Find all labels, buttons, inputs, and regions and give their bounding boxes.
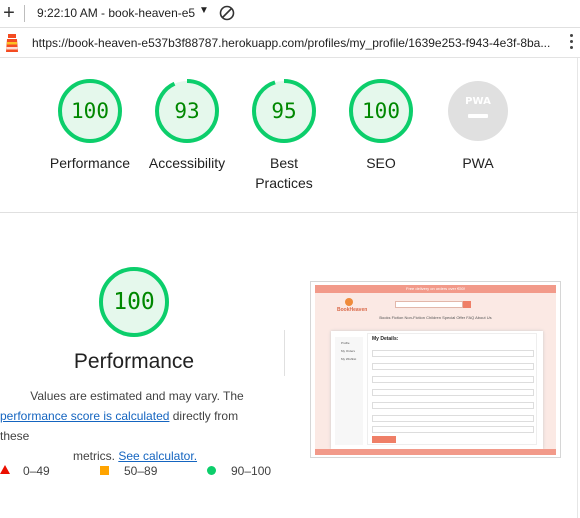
pwa-badge-text: PWA	[465, 96, 491, 107]
block-icon[interactable]	[218, 4, 236, 22]
thumb-form-title: My Details:	[372, 336, 399, 342]
thumb-field	[372, 389, 534, 396]
see-calculator-link[interactable]: See calculator.	[118, 449, 197, 463]
thumb-logo-icon	[345, 298, 353, 306]
thumb-search	[395, 301, 463, 308]
seo-score: 100	[362, 99, 400, 123]
thumb-nav: Books Fiction Non-Fiction Children Speci…	[379, 315, 492, 320]
thumb-submit	[372, 436, 396, 443]
legend-pass-range: 90–100	[231, 464, 272, 478]
thumb-field	[372, 350, 534, 357]
scrollbar-track	[577, 58, 578, 518]
desc-line-2: performance score is calculated directly…	[0, 406, 268, 446]
thumb-side-item: Profile	[341, 341, 350, 345]
best-practices-label[interactable]: Best Practices	[248, 153, 320, 193]
best-practices-score: 95	[271, 99, 297, 123]
score-calculated-link[interactable]: performance score is calculated	[0, 409, 169, 423]
lighthouse-icon	[6, 34, 18, 52]
accessibility-label[interactable]: Accessibility	[137, 153, 237, 173]
legend-average-range: 50–89	[124, 464, 158, 478]
thumb-promo-bar: Free delivery on orders over €50!	[315, 285, 556, 293]
url-text[interactable]: https://book-heaven-e537b3f88787.herokua…	[32, 36, 554, 50]
thumb-promo-text: Free delivery on orders over €50!	[406, 286, 465, 291]
thumb-form: My Details:	[367, 333, 537, 445]
thumb-side-item: My Wishlist	[341, 357, 357, 361]
tab-dropdown-button[interactable]: ▼	[199, 5, 209, 16]
thumb-side-item: My Orders	[341, 349, 356, 353]
url-bar: https://book-heaven-e537b3f88787.herokua…	[0, 28, 580, 58]
thumb-sidebar: Profile My Orders My Wishlist	[335, 337, 363, 445]
desc-line-3-head: metrics.	[72, 449, 119, 463]
final-screenshot-thumbnail[interactable]: Free delivery on orders over €50! BookHe…	[310, 281, 561, 458]
performance-label[interactable]: Performance	[40, 153, 140, 173]
thumb-field	[372, 426, 534, 433]
thumb-field	[372, 376, 534, 383]
average-square-icon	[100, 466, 109, 475]
accessibility-score: 93	[174, 99, 200, 123]
thumb-field	[372, 402, 534, 409]
pwa-gauge[interactable]: PWA	[445, 78, 511, 144]
seo-label[interactable]: SEO	[331, 153, 431, 173]
thumb-brand: BookHeaven	[337, 307, 368, 313]
legend-fail-range: 0–49	[23, 464, 50, 478]
new-tab-button[interactable]: +	[0, 2, 18, 24]
performance-title: Performance	[73, 350, 195, 373]
vertical-separator	[284, 330, 285, 376]
fail-triangle-icon	[0, 465, 10, 474]
thumb-footer	[315, 449, 556, 455]
thumb-page: BookHeaven Books Fiction Non-Fiction Chi…	[315, 293, 556, 455]
desc-line-1: Values are estimated and may vary. The	[30, 389, 244, 403]
tab-strip: + 9:22:10 AM - book-heaven-e5 ▼	[0, 0, 580, 28]
desc-line-3: metrics. See calculator.	[0, 446, 268, 466]
tab-title[interactable]: 9:22:10 AM - book-heaven-e5	[37, 6, 199, 20]
section-divider	[0, 212, 578, 213]
performance-score: 100	[71, 99, 109, 123]
performance-score: 100	[113, 289, 155, 315]
thumb-search-button	[463, 301, 471, 308]
thumb-field	[372, 363, 534, 370]
pwa-label[interactable]: PWA	[428, 153, 528, 173]
performance-description: Values are estimated and may vary. The p…	[0, 386, 268, 466]
more-menu-icon[interactable]	[568, 34, 574, 52]
tab-separator	[24, 5, 25, 22]
thumb-field	[372, 415, 534, 422]
thumb-panel: Profile My Orders My Wishlist My Details…	[331, 331, 543, 449]
pass-circle-icon	[207, 466, 216, 475]
